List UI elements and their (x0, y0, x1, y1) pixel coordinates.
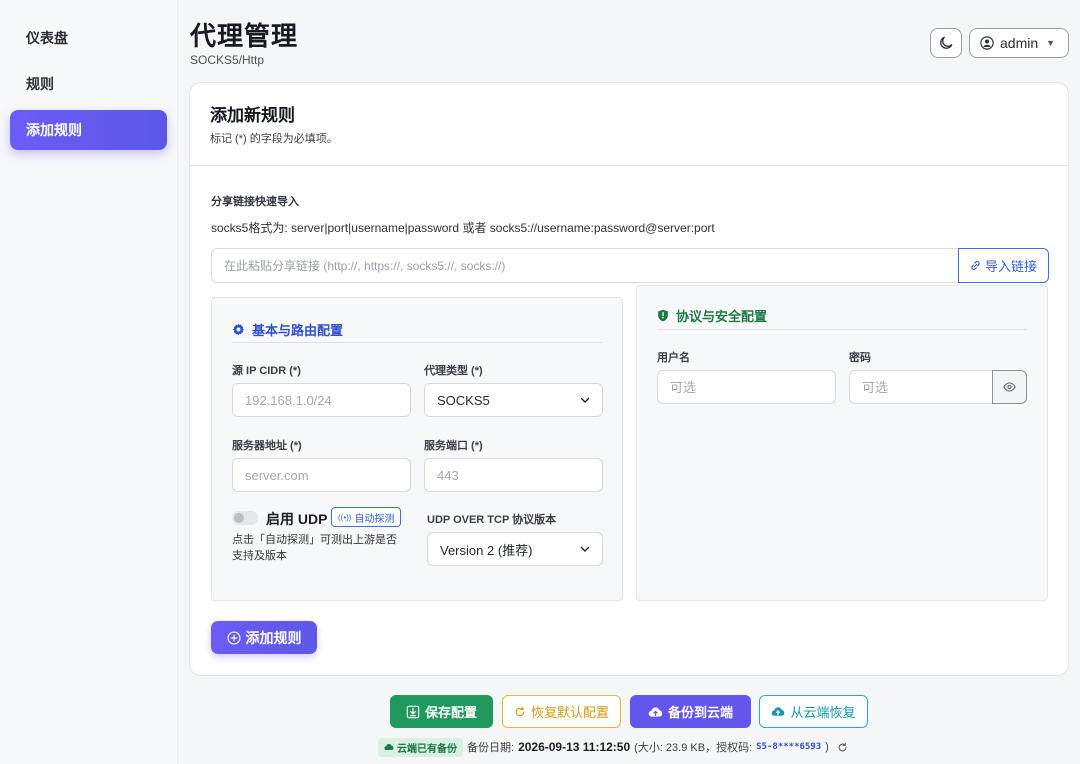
save-config-label: 保存配置 (424, 705, 477, 720)
protocol-security-panel: 协议与安全配置 用户名 密码 (636, 285, 1048, 601)
backup-cloud-button[interactable]: 备份到云端 (630, 695, 751, 728)
sidebar-item-label: 仪表盘 (26, 30, 68, 46)
card-header: 添加新规则 标记 (*) 的字段为必填项。 (190, 83, 1068, 166)
server-port-label: 服务端口 (*) (424, 440, 483, 452)
udp-version-label: UDP OVER TCP 协议版本 (427, 514, 557, 526)
page-title: 代理管理 (190, 21, 299, 51)
chevron-down-icon (580, 397, 590, 403)
server-port-input[interactable] (424, 458, 603, 492)
chevron-down-icon: ▼ (1046, 38, 1056, 48)
protocol-security-heading: 协议与安全配置 (657, 306, 767, 325)
add-rule-label: 添加规则 (245, 629, 302, 646)
sidebar: 仪表盘 规则 添加规则 (0, 0, 178, 764)
divider (232, 342, 602, 343)
sidebar-item-label: 规则 (26, 76, 54, 92)
import-format-hint: socks5格式为: server|port|username|password… (211, 221, 715, 235)
udp-version-value: Version 2 (推荐) (440, 542, 533, 558)
udp-hint: 点击「自动探测」可测出上游是否支持及版本 (232, 534, 397, 562)
cloud-backup-badge: 云端已有备份 (378, 737, 463, 757)
reset-default-button[interactable]: 恢复默认配置 (502, 695, 621, 728)
reset-default-label: 恢复默认配置 (530, 705, 609, 720)
divider (657, 329, 1027, 330)
udp-label: 启用 UDP (266, 511, 328, 527)
basic-routing-heading-text: 基本与路由配置 (252, 323, 344, 338)
cloud-icon (772, 707, 785, 716)
restore-cloud-button[interactable]: 从云端恢复 (759, 695, 868, 728)
backup-date: 2026-09-13 11:12:50 (518, 740, 631, 754)
proxy-type-value: SOCKS5 (437, 392, 490, 408)
import-section-label: 分享链接快速导入 (211, 196, 299, 208)
auth-code: S5-8****6593 (756, 742, 822, 752)
password-input[interactable] (849, 370, 993, 404)
moon-icon (940, 36, 953, 49)
sidebar-item-rules[interactable]: 规则 (10, 64, 167, 104)
protocol-security-heading-text: 协议与安全配置 (676, 309, 768, 324)
add-rule-button[interactable]: 添加规则 (211, 621, 317, 654)
udp-version-select[interactable]: Version 2 (推荐) (427, 532, 603, 566)
shield-icon (658, 309, 668, 322)
source-cidr-label: 源 IP CIDR (*) (232, 365, 301, 377)
server-address-label: 服务器地址 (*) (232, 440, 302, 452)
sidebar-item-dashboard[interactable]: 仪表盘 (10, 18, 167, 58)
share-link-input[interactable] (211, 248, 958, 283)
add-rule-card: 添加新规则 标记 (*) 的字段为必填项。 分享链接快速导入 socks5格式为… (189, 82, 1069, 676)
cloud-upload-icon (648, 707, 663, 717)
toggle-knob (234, 513, 244, 523)
restore-cloud-label: 从云端恢复 (790, 705, 856, 720)
eye-icon (1003, 382, 1016, 392)
toggle-password-visibility-button[interactable] (992, 370, 1027, 404)
sidebar-item-label: 添加规则 (26, 122, 82, 138)
theme-toggle-button[interactable] (930, 28, 962, 58)
import-link-button[interactable]: 导入链接 (958, 248, 1049, 283)
rotate-icon (515, 706, 525, 716)
basic-routing-panel: 基本与路由配置 源 IP CIDR (*) 代理类型 (*) SOCKS5 服务… (211, 297, 623, 601)
udp-toggle[interactable] (232, 511, 258, 525)
backup-cloud-label: 备份到云端 (667, 705, 733, 720)
import-link-label: 导入链接 (984, 259, 1037, 274)
plus-circle-icon (226, 630, 241, 645)
link-icon (971, 261, 980, 270)
broadcast-icon: ((•)) (338, 512, 352, 522)
user-menu-button[interactable]: admin ▼ (969, 28, 1069, 58)
import-row: 导入链接 (211, 248, 1049, 283)
user-circle-icon (980, 36, 994, 50)
card-title: 添加新规则 (210, 106, 295, 125)
gear-icon (232, 323, 245, 336)
page-subtitle: SOCKS5/Http (190, 53, 265, 67)
proxy-type-select[interactable]: SOCKS5 (424, 383, 603, 417)
server-address-input[interactable] (232, 458, 411, 492)
username-label: 用户名 (657, 352, 690, 364)
username-input[interactable] (657, 370, 836, 404)
basic-routing-heading: 基本与路由配置 (232, 320, 343, 339)
refresh-icon[interactable] (837, 742, 848, 753)
proxy-type-label: 代理类型 (*) (424, 365, 483, 377)
auto-detect-label: 自动探测 (354, 513, 395, 525)
close-paren: ) (825, 741, 829, 753)
backup-status: 云端已有备份 备份日期: 2026-09-13 11:12:50 (大小: 23… (378, 737, 848, 757)
password-label: 密码 (849, 352, 871, 364)
auto-detect-button[interactable]: ((•)) 自动探测 (331, 507, 402, 527)
cloud-badge-text: 云端已有备份 (397, 743, 457, 755)
backup-size: (大小: 23.9 KB，授权码: (634, 742, 753, 754)
user-name: admin (1000, 35, 1039, 51)
backup-date-prefix: 备份日期: (467, 742, 515, 754)
chevron-down-icon (580, 546, 590, 552)
download-box-icon (406, 705, 420, 718)
cloud-icon (384, 744, 394, 751)
save-config-button[interactable]: 保存配置 (390, 695, 493, 728)
source-cidr-input[interactable] (232, 383, 411, 417)
card-description: 标记 (*) 的字段为必填项。 (210, 133, 338, 145)
sidebar-item-add-rule[interactable]: 添加规则 (10, 110, 167, 150)
